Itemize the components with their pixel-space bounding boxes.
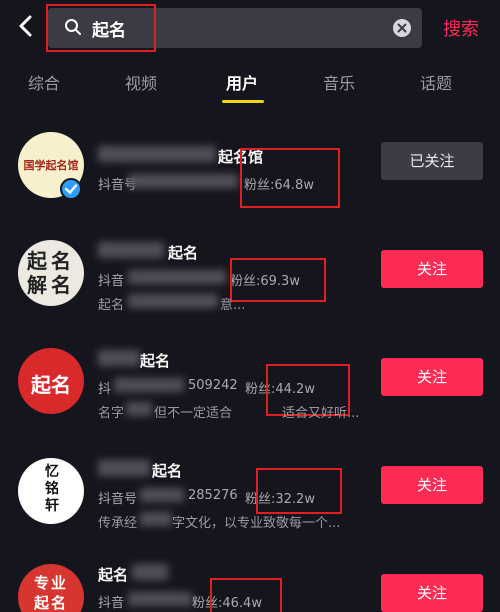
follow-button[interactable]: 关注 [381, 250, 483, 288]
redacted-name [98, 242, 164, 258]
back-arrow-icon[interactable] [12, 12, 40, 40]
douyin-id: 285276 [188, 488, 238, 503]
fans-count: 粉丝:64.8w [244, 178, 314, 193]
redacted-description [128, 294, 218, 308]
user-description-tail: 意... [220, 298, 246, 313]
avatar[interactable]: 专业起名 [18, 564, 84, 612]
redacted-description [140, 512, 172, 526]
redacted-name [98, 350, 140, 366]
avatar[interactable]: 起名 [18, 348, 84, 414]
user-result-row[interactable]: 起名 起名 抖 509242 粉丝:44.2w 名字 但不一定适合 适合又好听.… [0, 340, 500, 450]
avatar[interactable]: 忆铭轩 [18, 458, 84, 524]
fans-count: 粉丝:69.3w [230, 274, 300, 289]
douyin-id: 509242 [188, 378, 238, 393]
redacted-id [128, 174, 238, 188]
user-description: 传承经 [98, 516, 138, 531]
tab-topics[interactable]: 话题 [420, 70, 452, 94]
fans-count: 粉丝:46.4w [192, 596, 262, 611]
follow-button[interactable]: 关注 [381, 574, 483, 612]
redacted-id [140, 488, 184, 502]
user-name: 起名 [140, 352, 171, 370]
tab-users[interactable]: 用户 [226, 70, 258, 94]
tab-videos[interactable]: 视频 [125, 70, 157, 94]
followed-button[interactable]: 已关注 [381, 142, 483, 180]
redacted-name [132, 564, 168, 580]
verified-badge-icon [60, 178, 82, 200]
active-tab-indicator [222, 100, 264, 103]
user-result-row[interactable]: 起名解名 起名 抖音 粉丝:69.3w 起名 意... 关注 [0, 228, 500, 338]
redacted-id [128, 270, 226, 284]
follow-button[interactable]: 关注 [381, 466, 483, 504]
avatar-logo-text: 专业起名 [33, 574, 68, 612]
user-description-tail: 字文化，以专业致敬每一个... [172, 516, 341, 531]
redacted-name [98, 460, 150, 476]
user-name: 起名馆 [218, 148, 264, 166]
avatar-logo-text: 起名解名 [27, 249, 75, 297]
douyin-id-label: 抖音 [98, 596, 125, 611]
avatar-logo-text: 忆铭轩 [45, 464, 59, 514]
douyin-id-label: 抖音号 [98, 492, 138, 507]
user-result-row[interactable]: 忆铭轩 起名 抖音号 285276 粉丝:32.2w 传承经 字文化，以专业致敬… [0, 450, 500, 560]
user-name: 起名 [152, 462, 183, 480]
redacted-id [128, 592, 192, 606]
fans-count: 粉丝:32.2w [245, 492, 315, 507]
redacted-id [114, 378, 184, 392]
tab-bar: 综合 视频 用户 音乐 话题 [0, 60, 500, 104]
user-name: 起名 [168, 244, 199, 262]
user-description: 起名 [98, 298, 125, 313]
redacted-name [98, 146, 216, 162]
user-description-mid: 但不一定适合 [154, 406, 233, 421]
follow-button[interactable]: 关注 [381, 358, 483, 396]
user-name: 起名 [98, 566, 129, 584]
avatar-logo-text: 国学起名馆 [23, 159, 79, 172]
fans-count: 粉丝:44.2w [245, 382, 315, 397]
user-description: 名字 [98, 406, 125, 421]
douyin-id-label: 抖音 [98, 274, 125, 289]
search-button[interactable]: 搜索 [443, 15, 479, 41]
tab-music[interactable]: 音乐 [323, 70, 355, 94]
top-bar: 起名 搜索 [0, 0, 500, 56]
search-icon [65, 19, 81, 35]
avatar[interactable]: 起名解名 [18, 240, 84, 306]
redacted-description [126, 402, 152, 416]
clear-icon[interactable] [392, 18, 412, 38]
user-result-row[interactable]: 国学起名馆 起名馆 抖音号 粉丝:64.8w 已关注 [0, 118, 500, 228]
douyin-id-label: 抖 [98, 382, 112, 397]
avatar-logo-text: 起名 [31, 373, 71, 397]
tab-all[interactable]: 综合 [28, 70, 60, 94]
user-result-row[interactable]: 专业起名 起名 抖音 粉丝:46.4w 关注 [0, 556, 500, 612]
user-description-tail: 适合又好听... [282, 406, 360, 421]
search-query-text: 起名 [92, 21, 126, 41]
